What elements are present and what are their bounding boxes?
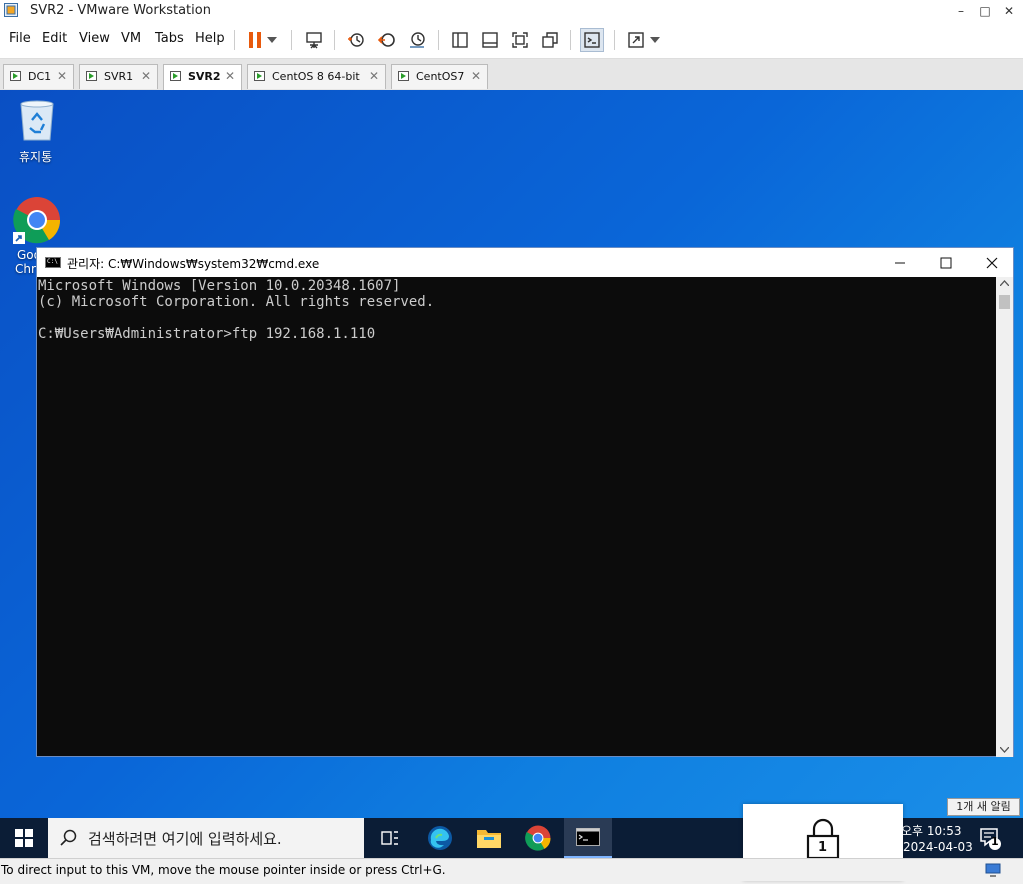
cmd-close-icon[interactable]: [969, 248, 1015, 277]
console-view-icon[interactable]: [580, 28, 604, 52]
vm-icon: [10, 71, 21, 81]
start-button[interactable]: [0, 818, 48, 858]
console-line: (c) Microsoft Corporation. All rights re…: [38, 294, 435, 310]
tab-close-icon[interactable]: ✕: [225, 65, 235, 88]
console-line: Microsoft Windows [Version 10.0.20348.16…: [38, 278, 401, 294]
notification-count: 1: [991, 835, 999, 848]
scroll-thumb[interactable]: [999, 295, 1010, 309]
search-icon: [60, 829, 77, 846]
chrome-taskbar-icon[interactable]: [514, 818, 562, 858]
tab-close-icon[interactable]: ✕: [141, 65, 151, 88]
cmd-taskbar-icon[interactable]: [564, 818, 612, 858]
tab-svr1[interactable]: SVR1 ✕: [79, 64, 158, 89]
num-lock-number: 1: [818, 840, 828, 855]
toolbar-separator: [438, 30, 439, 50]
file-explorer-icon[interactable]: [465, 818, 513, 858]
tab-dc1[interactable]: DC1 ✕: [3, 64, 74, 89]
cmd-title: 관리자: C:₩Windows₩system32₩cmd.exe: [67, 257, 320, 271]
tab-label: SVR2: [188, 70, 221, 83]
tab-close-icon[interactable]: ✕: [369, 65, 379, 88]
cmd-app-icon: C:\: [45, 257, 61, 268]
snapshot-manager-icon[interactable]: [405, 28, 429, 52]
taskbar-time[interactable]: 오후 10:53: [901, 822, 961, 839]
vmware-app-icon: [4, 3, 18, 17]
scroll-down-icon[interactable]: [1000, 747, 1009, 753]
tab-label: CentOS7: [416, 70, 465, 83]
console-line: C:₩Users₩Administrator>ftp 192.168.1.110: [38, 326, 376, 342]
send-ctrl-alt-del-icon[interactable]: [302, 28, 326, 52]
taskbar-date[interactable]: 2024-04-03: [903, 840, 973, 854]
windows-logo-icon: [15, 829, 33, 847]
show-library-icon[interactable]: [448, 28, 472, 52]
thumbnail-bar-icon[interactable]: [478, 28, 502, 52]
cmd-window[interactable]: C:\ 관리자: C:₩Windows₩system32₩cmd.exe Mic…: [36, 247, 1014, 757]
menu-toolbar: File Edit View VM Tabs Help: [0, 22, 1023, 59]
tab-label: SVR1: [104, 70, 134, 83]
tab-svr2[interactable]: SVR2 ✕: [163, 64, 242, 90]
vm-icon: [86, 71, 97, 81]
tab-label: DC1: [28, 70, 52, 83]
cmd-minimize-icon[interactable]: [877, 248, 923, 277]
menu-view[interactable]: View: [79, 31, 110, 46]
stretch-dropdown-icon[interactable]: [648, 28, 662, 52]
cmd-title-bar[interactable]: C:\ 관리자: C:₩Windows₩system32₩cmd.exe: [37, 248, 1013, 277]
vm-icon: [254, 71, 265, 81]
console-output[interactable]: Microsoft Windows [Version 10.0.20348.16…: [38, 278, 996, 756]
recycle-bin-label: 휴지통: [19, 150, 53, 164]
tab-close-icon[interactable]: ✕: [57, 65, 67, 88]
toolbar-separator: [334, 30, 335, 50]
tab-centos8[interactable]: CentOS 8 64-bit ✕: [247, 64, 386, 89]
notification-center-icon[interactable]: 1: [970, 818, 1010, 858]
status-message: To direct input to this VM, move the mou…: [1, 863, 446, 877]
window-title: SVR2 - VMware Workstation: [30, 3, 211, 18]
menu-vm[interactable]: VM: [121, 31, 141, 46]
vm-icon: [398, 71, 409, 81]
revert-snapshot-icon[interactable]: [375, 28, 399, 52]
menu-edit[interactable]: Edit: [42, 31, 67, 46]
menu-tabs[interactable]: Tabs: [155, 31, 184, 46]
minimize-button[interactable]: –: [952, 2, 970, 20]
tab-label: CentOS 8 64-bit: [272, 70, 360, 83]
stretch-guest-icon[interactable]: [624, 28, 648, 52]
chrome-label-line2: Chr: [15, 262, 36, 276]
scroll-up-icon[interactable]: [1000, 280, 1009, 286]
unity-mode-icon[interactable]: [538, 28, 562, 52]
vm-device-status-icon[interactable]: [985, 862, 1001, 878]
tab-close-icon[interactable]: ✕: [471, 65, 481, 88]
new-notifications-badge: 1개 새 알림: [947, 798, 1020, 816]
tab-centos7[interactable]: CentOS7 ✕: [391, 64, 488, 89]
vm-icon: [170, 71, 181, 81]
recycle-bin-icon[interactable]: [17, 98, 57, 142]
pause-dropdown-icon[interactable]: [265, 28, 279, 52]
toolbar-separator: [234, 30, 235, 50]
taskbar-search-box[interactable]: 검색하려면 여기에 입력하세요.: [48, 818, 364, 858]
edge-icon[interactable]: [416, 818, 464, 858]
vmware-status-bar: To direct input to this VM, move the mou…: [0, 858, 1023, 881]
toolbar-separator: [614, 30, 615, 50]
menu-help[interactable]: Help: [195, 31, 225, 46]
pause-icon[interactable]: [243, 28, 267, 52]
full-screen-icon[interactable]: [508, 28, 532, 52]
close-button[interactable]: ✕: [1000, 2, 1018, 20]
vm-tab-bar: DC1 ✕ SVR1 ✕ SVR2 ✕ CentOS 8 64-bit ✕ Ce…: [0, 59, 1023, 91]
task-view-icon[interactable]: [366, 818, 414, 858]
vmware-title-bar: SVR2 - VMware Workstation – □ ✕: [0, 0, 1023, 22]
menu-file[interactable]: File: [9, 31, 31, 46]
cmd-maximize-icon[interactable]: [923, 248, 969, 277]
maximize-button[interactable]: □: [976, 2, 994, 20]
shortcut-arrow-icon: [13, 232, 25, 244]
search-placeholder: 검색하려면 여기에 입력하세요.: [88, 830, 282, 848]
snapshot-icon[interactable]: [344, 28, 368, 52]
toolbar-separator: [570, 30, 571, 50]
console-scrollbar[interactable]: [996, 277, 1013, 757]
toolbar-separator: [291, 30, 292, 50]
